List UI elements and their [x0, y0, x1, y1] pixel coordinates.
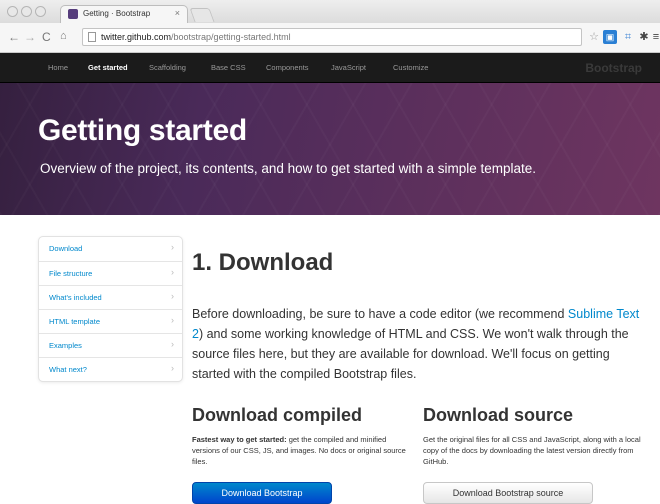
jumbotron: Getting started Overview of the project,… [0, 83, 660, 215]
sidebar-item-whats-included[interactable]: What's included › [39, 285, 182, 309]
nav-item-javascript[interactable]: JavaScript [331, 63, 366, 72]
extension-icon[interactable]: ▣ [603, 30, 617, 44]
chevron-right-icon: › [171, 339, 174, 349]
chevron-right-icon: › [171, 363, 174, 373]
nav-item-get-started[interactable]: Get started [88, 63, 128, 72]
nav-item-customize[interactable]: Customize [393, 63, 428, 72]
sidebar-item-label: Download [49, 244, 83, 253]
zoom-window-button[interactable] [35, 6, 46, 17]
sidebar-item-file-structure[interactable]: File structure › [39, 261, 182, 285]
minimize-window-button[interactable] [21, 6, 32, 17]
sidebar-item-download[interactable]: Download › [39, 237, 182, 261]
bootstrap-favicon-icon [68, 9, 78, 19]
download-source-text: Get the original files for all CSS and J… [423, 435, 641, 466]
lead-text-before: Before downloading, be sure to have a co… [192, 307, 568, 321]
home-icon[interactable]: ⌂ [60, 30, 67, 42]
forward-arrow-icon[interactable]: → [24, 30, 36, 44]
url-path: /bootstrap/getting-started.html [171, 32, 291, 42]
sidebar-item-label: What next? [49, 365, 87, 374]
chevron-right-icon: › [171, 242, 174, 252]
sidebar-item-label: What's included [49, 293, 102, 302]
page-subtitle: Overview of the project, its contents, a… [40, 161, 536, 176]
section-heading: 1. Download [192, 249, 334, 276]
sidebar-item-label: File structure [49, 269, 93, 278]
download-source-heading: Download source [423, 405, 574, 425]
address-url: twitter.github.com/bootstrap/getting-sta… [101, 32, 291, 42]
chevron-right-icon: › [171, 291, 174, 301]
tab-close-icon[interactable]: × [175, 8, 180, 18]
nav-item-base-css[interactable]: Base CSS [211, 63, 246, 72]
nav-item-home[interactable]: Home [48, 63, 68, 72]
back-arrow-icon[interactable]: ← [8, 30, 20, 44]
compiled-text-strong: Fastest way to get started: [192, 435, 287, 444]
nav-item-components[interactable]: Components [266, 63, 309, 72]
brand-logo[interactable]: Bootstrap [585, 61, 642, 75]
page-title: Getting started [38, 114, 247, 147]
chevron-right-icon: › [171, 315, 174, 325]
site-navbar: Home Get started Scaffolding Base CSS Co… [0, 53, 660, 83]
reload-icon[interactable]: C [42, 30, 51, 44]
page-icon [88, 32, 96, 42]
lead-text-after: ) and some working knowledge of HTML and… [192, 327, 629, 381]
download-compiled-heading: Download compiled [192, 405, 363, 425]
nav-item-scaffolding[interactable]: Scaffolding [149, 63, 186, 72]
url-host: twitter.github.com [101, 32, 172, 42]
sidebar-item-html-template[interactable]: HTML template › [39, 309, 182, 333]
close-window-button[interactable] [7, 6, 18, 17]
address-bar[interactable]: twitter.github.com/bootstrap/getting-sta… [82, 28, 582, 46]
browser-tab[interactable]: Getting · Bootstrap × [60, 5, 188, 23]
extension-frame-icon[interactable]: ⌗ [621, 30, 635, 44]
settings-icon[interactable]: ✱ [637, 30, 651, 44]
sidebar-nav: Download › File structure › What's include… [38, 236, 183, 382]
menu-icon[interactable]: ≡ [651, 30, 660, 44]
download-compiled-text: Fastest way to get started: get the comp… [192, 434, 407, 467]
chevron-right-icon: › [171, 267, 174, 277]
sidebar-item-label: Examples [49, 341, 82, 350]
tab-title: Getting · Bootstrap [83, 9, 151, 18]
browser-toolbar: ← → C ⌂ twitter.github.com/bootstrap/get… [0, 23, 660, 53]
sidebar-item-label: HTML template [49, 317, 100, 326]
sidebar-item-what-next[interactable]: What next? › [39, 357, 182, 381]
browser-titlebar: Getting · Bootstrap × [0, 0, 660, 23]
bookmark-star-icon[interactable]: ☆ [587, 30, 601, 44]
lead-paragraph: Before downloading, be sure to have a co… [192, 304, 644, 384]
new-tab-button[interactable] [189, 8, 215, 22]
sidebar-item-examples[interactable]: Examples › [39, 333, 182, 357]
